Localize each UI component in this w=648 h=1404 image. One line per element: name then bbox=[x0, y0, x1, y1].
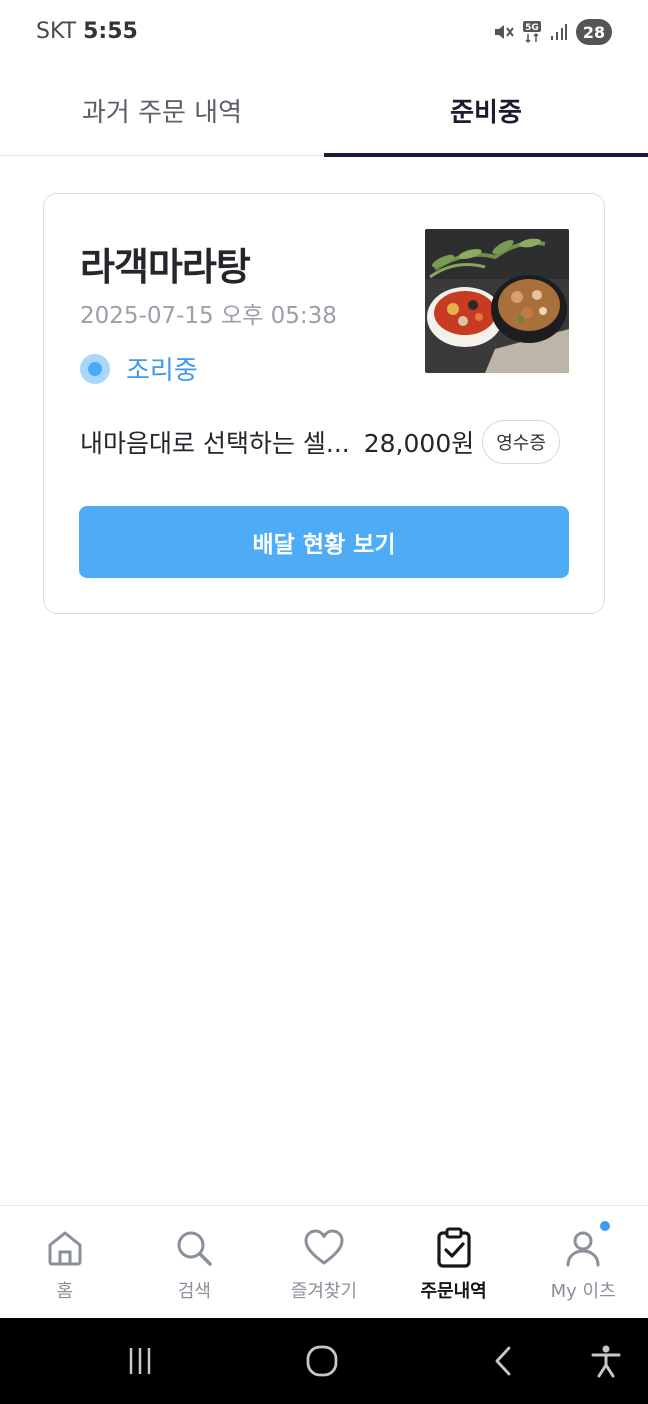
back-icon[interactable] bbox=[484, 1340, 524, 1382]
carrier-label: SKT bbox=[36, 19, 77, 44]
nav-my-eats-label: My 이츠 bbox=[550, 1281, 616, 1302]
notification-badge bbox=[599, 1221, 610, 1231]
status-bar: SKT 5:55 5G 28 bbox=[0, 0, 648, 66]
home-system-icon[interactable] bbox=[302, 1340, 342, 1382]
network-label: 5G bbox=[525, 23, 539, 33]
signal-icon bbox=[550, 23, 568, 41]
search-icon bbox=[172, 1226, 216, 1270]
network-5g-icon: 5G bbox=[522, 20, 542, 44]
order-date: 2025-07-15 오후 05:38 bbox=[80, 303, 337, 329]
track-delivery-button[interactable]: 배달 현황 보기 bbox=[79, 506, 569, 578]
nav-search-label: 검색 bbox=[177, 1281, 211, 1302]
nav-orders[interactable]: 주문내역 bbox=[389, 1206, 519, 1318]
status-dot-icon bbox=[80, 353, 110, 384]
tab-preparing[interactable]: 준비중 bbox=[324, 66, 648, 157]
order-price: 28,000원 bbox=[363, 429, 475, 458]
bottom-nav: 홈 검색 즐겨찾기 주문내역 My 이츠 bbox=[0, 1205, 648, 1318]
tab-past-orders[interactable]: 과거 주문 내역 bbox=[0, 66, 324, 155]
order-status: 조리중 bbox=[80, 350, 198, 387]
nav-search[interactable]: 검색 bbox=[130, 1206, 260, 1318]
recent-apps-icon[interactable] bbox=[120, 1340, 160, 1382]
nav-orders-label: 주문내역 bbox=[420, 1281, 487, 1302]
home-icon bbox=[43, 1226, 87, 1270]
status-text: 조리중 bbox=[126, 356, 198, 386]
battery-indicator: 28 bbox=[576, 19, 612, 45]
order-menu-row: 내마음대로 선택하는 셀... 28,000원 영수증 bbox=[80, 420, 570, 464]
receipt-button[interactable]: 영수증 bbox=[482, 420, 560, 464]
store-name: 라객마라탕 bbox=[80, 245, 251, 289]
heart-icon bbox=[302, 1226, 346, 1270]
status-icons: 5G 28 bbox=[492, 18, 612, 46]
system-nav-bar bbox=[0, 1318, 648, 1404]
order-card[interactable]: 라객마라탕 2025-07-15 오후 05:38 조리중 내마음대로 선택하는… bbox=[43, 193, 605, 614]
mute-icon bbox=[492, 21, 514, 43]
menu-name: 내마음대로 선택하는 셀... bbox=[80, 429, 350, 458]
clock: 5:55 bbox=[83, 19, 138, 44]
accessibility-icon[interactable] bbox=[586, 1340, 626, 1382]
food-image bbox=[425, 229, 569, 373]
clipboard-check-icon bbox=[432, 1226, 476, 1270]
status-left: SKT 5:55 bbox=[36, 19, 138, 44]
person-icon bbox=[561, 1226, 605, 1270]
nav-favorites[interactable]: 즐겨찾기 bbox=[259, 1206, 389, 1318]
order-tabs: 과거 주문 내역 준비중 bbox=[0, 66, 648, 157]
nav-favorites-label: 즐겨찾기 bbox=[290, 1281, 358, 1302]
nav-home[interactable]: 홈 bbox=[0, 1206, 130, 1318]
nav-home-label: 홈 bbox=[56, 1281, 74, 1302]
nav-my-eats[interactable]: My 이츠 bbox=[518, 1206, 648, 1318]
